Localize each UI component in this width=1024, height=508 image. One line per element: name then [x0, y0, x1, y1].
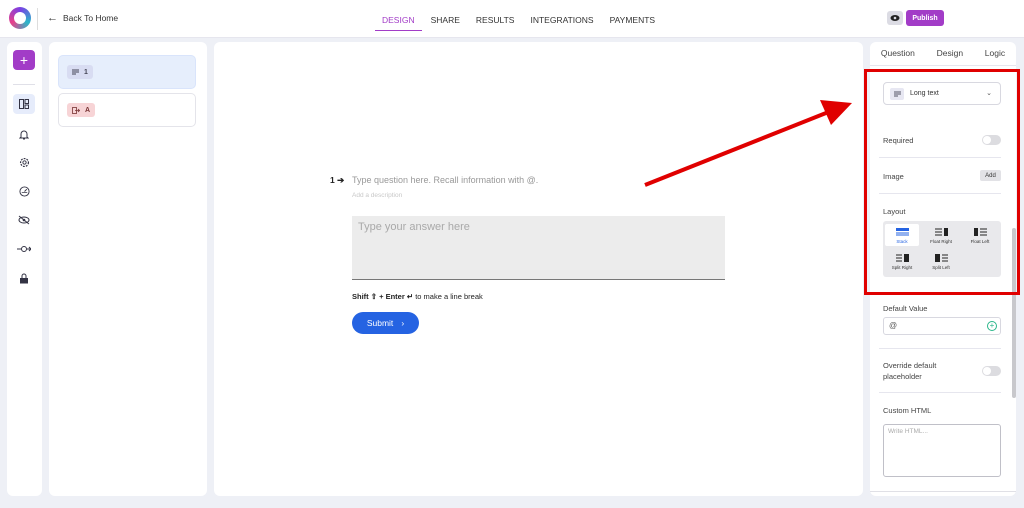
- question-number: A: [85, 106, 91, 114]
- gear-icon[interactable]: [13, 152, 35, 172]
- arrow-right-icon: ➔: [337, 175, 345, 185]
- preview-button[interactable]: [887, 11, 903, 25]
- layout-icon[interactable]: [13, 94, 35, 114]
- tab-logic[interactable]: Logic: [985, 48, 1005, 62]
- tab-payments[interactable]: PAYMENTS: [603, 0, 663, 31]
- question-number: 1 ➔: [330, 175, 344, 186]
- back-to-home-link[interactable]: ← Back To Home: [47, 12, 119, 24]
- divider: [37, 8, 38, 30]
- connector-icon[interactable]: [13, 239, 35, 259]
- back-label: Back To Home: [63, 13, 119, 23]
- speedometer-icon[interactable]: [13, 181, 35, 201]
- hint-text: to make a line break: [413, 292, 483, 301]
- plus-icon: +: [19, 52, 29, 68]
- question-list-item[interactable]: 1: [58, 55, 196, 89]
- override-placeholder-label: Override default: [883, 361, 937, 370]
- override-placeholder-label-line2: placeholder: [883, 372, 922, 381]
- submit-label: Submit: [366, 318, 394, 328]
- custom-html-label: Custom HTML: [883, 406, 932, 415]
- add-circle-icon[interactable]: +: [987, 321, 997, 331]
- chevron-right-icon: ›: [401, 318, 405, 328]
- app-logo[interactable]: [9, 7, 31, 29]
- tab-results[interactable]: RESULTS: [469, 0, 522, 31]
- eye-icon: [890, 15, 900, 21]
- divider: [879, 392, 1001, 393]
- line-break-hint: Shift ⇧ + Enter ↵ to make a line break: [352, 292, 483, 301]
- bell-icon[interactable]: [13, 124, 35, 144]
- eye-off-icon[interactable]: [13, 210, 35, 230]
- default-value-text: @: [889, 321, 898, 330]
- tab-question[interactable]: Question: [881, 48, 915, 62]
- answer-textarea[interactable]: Type your answer here: [352, 216, 725, 280]
- question-number: 1: [84, 68, 88, 76]
- question-number-value: 1: [330, 175, 335, 185]
- tab-integrations[interactable]: INTEGRATIONS: [523, 0, 600, 31]
- question-title-input[interactable]: Type question here. Recall information w…: [352, 175, 538, 185]
- top-tabs: DESIGN SHARE RESULTS INTEGRATIONS PAYMEN…: [375, 0, 664, 38]
- divider: [879, 348, 1001, 349]
- default-value-input[interactable]: @ +: [883, 317, 1001, 335]
- default-value-label: Default Value: [883, 304, 928, 313]
- tab-underline: [870, 65, 1016, 66]
- question-list-item[interactable]: A: [58, 93, 196, 127]
- submit-button[interactable]: Submit ›: [352, 312, 419, 334]
- question-description-input[interactable]: Add a description: [352, 192, 402, 199]
- add-question-button[interactable]: +: [13, 50, 35, 70]
- publish-button[interactable]: Publish: [906, 10, 944, 26]
- long-text-icon: [72, 69, 79, 75]
- arrow-left-icon: ←: [47, 12, 58, 24]
- override-placeholder-toggle[interactable]: [982, 366, 1001, 376]
- question-badge: 1: [67, 65, 93, 79]
- lock-icon[interactable]: [13, 268, 35, 288]
- annotation-highlight-box: [864, 69, 1020, 295]
- tab-design-settings[interactable]: Design: [937, 48, 963, 62]
- settings-tabs: Question Design Logic: [870, 48, 1016, 62]
- tab-design[interactable]: DESIGN: [375, 0, 422, 31]
- exit-icon: [72, 106, 80, 114]
- question-badge: A: [67, 103, 96, 117]
- divider: [870, 491, 1016, 492]
- custom-html-textarea[interactable]: Write HTML...: [883, 424, 1001, 477]
- hint-keys: Shift ⇧ + Enter ↵: [352, 292, 414, 301]
- rail-divider: [13, 84, 35, 85]
- tab-share[interactable]: SHARE: [424, 0, 467, 31]
